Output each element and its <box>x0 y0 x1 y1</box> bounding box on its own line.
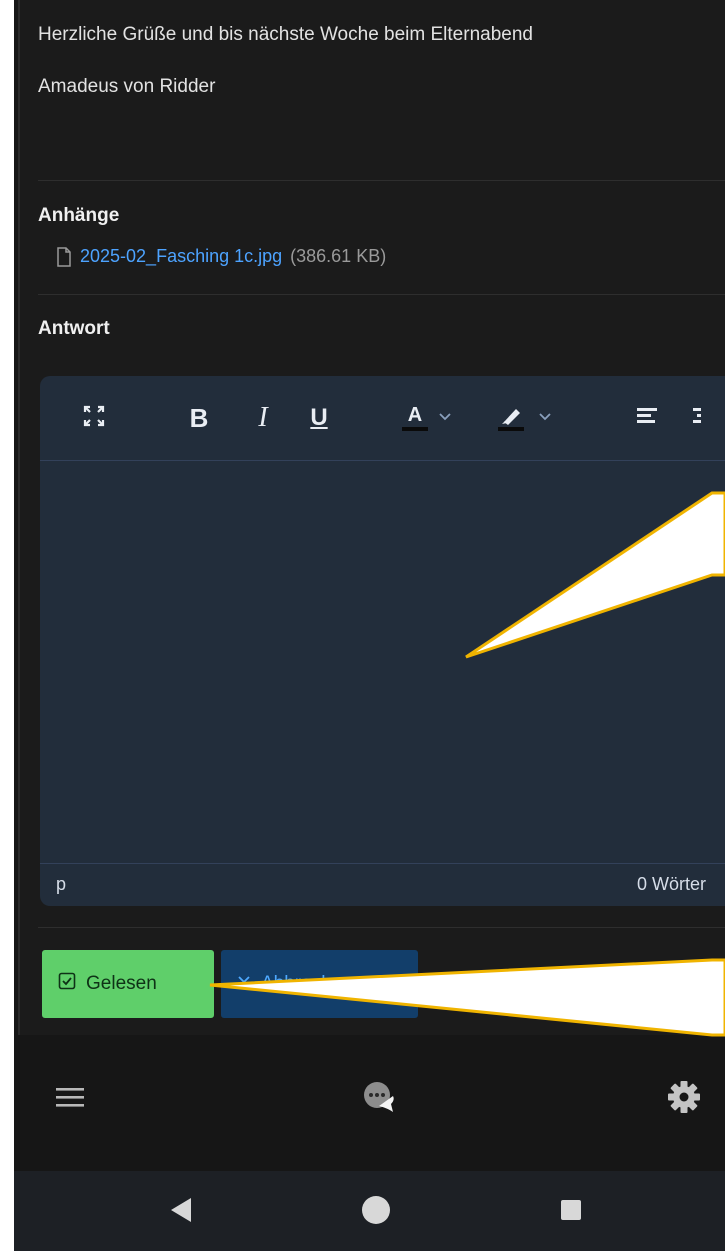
fullscreen-button[interactable] <box>74 398 114 438</box>
close-icon <box>237 973 251 995</box>
editor-statusbar: p 0 Wörter <box>40 863 725 906</box>
file-icon <box>56 246 72 267</box>
system-back-button[interactable] <box>164 1195 198 1229</box>
reply-text-area[interactable] <box>40 461 725 863</box>
phone-screen: Herzliche Grüße und bis nächste Woche be… <box>14 0 725 1251</box>
fullscreen-icon <box>82 404 106 433</box>
underline-button[interactable]: U <box>302 398 336 438</box>
bottom-navigation <box>14 1035 725 1171</box>
element-path: p <box>56 874 67 894</box>
align-left-icon <box>636 406 658 431</box>
italic-button[interactable]: I <box>248 398 278 438</box>
divider <box>38 294 725 295</box>
attachments-title: Anhänge <box>38 205 120 226</box>
divider <box>38 180 725 181</box>
text-color-button[interactable]: A <box>402 398 492 438</box>
cancel-button[interactable]: Abbrechen <box>221 950 418 1018</box>
system-recents-button[interactable] <box>554 1195 588 1229</box>
message-card: Herzliche Grüße und bis nächste Woche be… <box>18 0 725 1037</box>
read-button-label: Gelesen <box>86 973 157 994</box>
align-right-icon <box>687 406 701 431</box>
checkbox-icon <box>58 972 76 996</box>
chevron-down-icon <box>538 409 552 427</box>
recents-icon <box>560 1199 582 1226</box>
system-home-button[interactable] <box>359 1195 393 1229</box>
text-color-letter: A <box>407 404 423 426</box>
reply-title: Antwort <box>38 318 110 339</box>
highlighter-icon <box>498 406 524 431</box>
attachment-size: (386.61 KB) <box>290 246 387 266</box>
align-right-button[interactable] <box>682 398 706 438</box>
chevron-down-icon <box>438 409 452 427</box>
attachment-item[interactable]: 2025-02_Fasching 1c.jpg (386.61 KB) <box>56 246 386 267</box>
highlight-color-button[interactable] <box>498 398 588 438</box>
chat-icon <box>359 1078 399 1123</box>
gear-icon <box>667 1080 701 1119</box>
bold-button[interactable]: B <box>182 398 216 438</box>
editor-toolbar: B I U A <box>40 376 725 461</box>
settings-button[interactable] <box>662 1077 706 1121</box>
system-navigation-bar <box>14 1171 725 1251</box>
cancel-button-label: Abbrechen <box>261 973 353 994</box>
word-count: 0 Wörter <box>636 874 706 894</box>
home-icon <box>361 1195 391 1230</box>
read-button[interactable]: Gelesen <box>42 950 214 1018</box>
message-line-signature: Amadeus von Ridder <box>38 76 216 97</box>
menu-icon <box>55 1086 85 1113</box>
text-color-icon: A <box>402 405 428 431</box>
message-line-greeting: Herzliche Grüße und bis nächste Woche be… <box>38 24 533 45</box>
menu-button[interactable] <box>50 1079 90 1119</box>
divider <box>38 927 725 928</box>
reply-editor: B I U A p 0 Wörter <box>40 376 725 906</box>
align-left-button[interactable] <box>630 398 664 438</box>
back-icon <box>169 1197 193 1228</box>
chat-button[interactable] <box>354 1075 404 1125</box>
attachment-link[interactable]: 2025-02_Fasching 1c.jpg <box>80 246 282 267</box>
